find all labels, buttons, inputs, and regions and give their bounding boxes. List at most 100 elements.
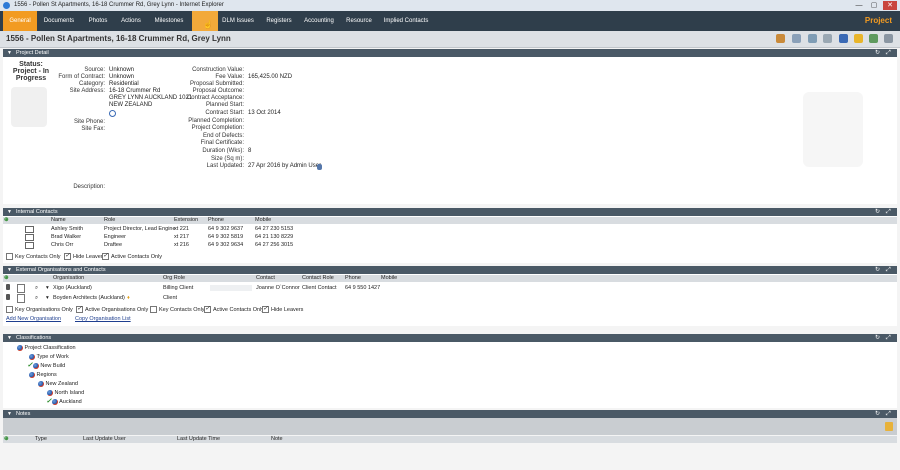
col-phone[interactable]: Phone	[208, 217, 224, 224]
tree-node[interactable]: North Island	[47, 389, 84, 397]
org-search-icon[interactable]: ⌕	[35, 284, 38, 292]
chevron-down-icon[interactable]: ▾	[46, 284, 49, 292]
active-organisations-only-checkbox[interactable]: Active Organisations Only	[76, 305, 148, 314]
tree-node[interactable]: ✓ New Build	[27, 362, 65, 370]
tab-implied-contacts[interactable]: Implied Contacts	[380, 11, 432, 31]
table-row[interactable]: Brad Walker Engineer xt 217 64 9 302 581…	[3, 233, 897, 241]
hide-leavers-checkbox[interactable]: Hide Leavers	[262, 305, 303, 314]
add-note-icon[interactable]	[885, 422, 893, 431]
org-record-icon[interactable]	[6, 284, 10, 293]
close-button[interactable]: ✕	[883, 1, 897, 10]
tab-hovered[interactable]: ☝	[192, 11, 218, 31]
org-record-icon[interactable]	[6, 294, 10, 303]
star-icon[interactable]	[854, 34, 863, 43]
attach-icon[interactable]	[823, 34, 832, 43]
table-row[interactable]: ⌕ ▾ Xigo (Auckland) Billing Client Joann…	[3, 284, 897, 293]
add-org-icon[interactable]: ⊕	[4, 275, 9, 282]
tab-actions[interactable]: Actions	[115, 11, 147, 31]
org-document-icon[interactable]	[17, 284, 25, 293]
key-contacts-only-checkbox[interactable]: Key Contacts Only	[150, 306, 205, 314]
col-last-update-user[interactable]: Last Update User	[83, 436, 126, 443]
tab-accounting[interactable]: Accounting	[300, 11, 338, 31]
col-organisation[interactable]: Organisation	[53, 275, 84, 282]
refresh-icon[interactable]: ↻	[875, 334, 880, 342]
col-mobile[interactable]: Mobile	[381, 275, 397, 282]
popout-icon[interactable]: ⤢	[886, 266, 891, 274]
add-new-organisation-link[interactable]: Add New Organisation	[6, 316, 61, 322]
tab-documents[interactable]: Documents	[38, 11, 80, 31]
tree-node[interactable]: Project Classification	[17, 344, 76, 352]
collapse-icon[interactable]: ▼	[7, 334, 12, 342]
project-detail-header[interactable]: ▼ Project Detail ↻ ⤢	[3, 49, 897, 57]
photo-icon[interactable]	[808, 34, 817, 43]
table-row[interactable]: Chris Orr Draftee xt 216 64 9 302 9634 6…	[3, 241, 897, 249]
copy-organisation-list-link[interactable]: Copy Organisation List	[75, 316, 131, 322]
popout-icon[interactable]: ⤢	[886, 208, 891, 216]
col-extension[interactable]: Extension	[174, 217, 198, 224]
refresh-icon[interactable]: ↻	[875, 266, 880, 274]
internal-contacts-header[interactable]: ▼ Internal Contacts ↻ ⤢	[3, 208, 897, 216]
hide-leavers-checkbox[interactable]: Hide Leavers	[64, 252, 105, 261]
org-document-icon[interactable]	[17, 294, 25, 303]
popout-icon[interactable]: ⤢	[886, 410, 891, 418]
col-phone[interactable]: Phone	[345, 275, 361, 282]
tab-photos[interactable]: Photos	[82, 11, 114, 31]
col-note[interactable]: Note	[271, 436, 283, 443]
tab-general[interactable]: General	[3, 11, 37, 31]
org-name[interactable]: Xigo (Auckland)	[53, 284, 92, 292]
col-org-role[interactable]: Org Role	[163, 275, 185, 282]
col-type[interactable]: Type	[35, 436, 47, 443]
col-mobile[interactable]: Mobile	[255, 217, 271, 224]
report-icon[interactable]	[839, 34, 848, 43]
close-project-icon[interactable]	[884, 34, 893, 43]
tree-node[interactable]: Type of Work	[29, 353, 69, 361]
tree-node[interactable]: Regions	[29, 371, 57, 379]
watermark-image	[803, 92, 863, 167]
active-contacts-only-checkbox[interactable]: Active Contacts Only	[204, 305, 264, 314]
key-contacts-only-checkbox[interactable]: Key Contacts Only	[6, 253, 61, 261]
add-note-row-icon[interactable]: ⊕	[4, 436, 9, 443]
collapse-icon[interactable]: ▼	[7, 410, 12, 418]
tab-registers[interactable]: Registers	[262, 11, 296, 31]
contact-action-icons[interactable]	[210, 285, 252, 291]
maximize-button[interactable]: ▢	[867, 1, 881, 10]
active-contacts-only-checkbox[interactable]: Active Contacts Only	[102, 252, 162, 261]
org-name[interactable]: Boyden Architects (Auckland)	[53, 294, 125, 302]
popout-icon[interactable]: ⤢	[886, 334, 891, 342]
edit-icon[interactable]	[776, 34, 785, 43]
minimize-button[interactable]: —	[852, 1, 866, 10]
tree-node[interactable]: New Zealand	[38, 380, 78, 388]
add-contact-icon[interactable]: ⊕	[4, 217, 9, 224]
refresh-icon[interactable]: ↻	[875, 208, 880, 216]
key-organisations-only-checkbox[interactable]: Key Organisations Only	[6, 306, 73, 314]
collapse-icon[interactable]: ▼	[7, 208, 12, 216]
classifications-header[interactable]: ▼ Classifications ↻ ⤢	[3, 334, 897, 342]
notes-header[interactable]: ▼ Notes ↻ ⤢	[3, 410, 897, 418]
org-search-icon[interactable]: ⌕	[35, 294, 38, 302]
col-contact-role[interactable]: Contact Role	[302, 275, 334, 282]
refresh-icon[interactable]: ↻	[875, 49, 880, 57]
document-icon[interactable]	[792, 34, 801, 43]
tab-resource[interactable]: Resource	[342, 11, 376, 31]
tab-milestones[interactable]: Milestones	[148, 11, 190, 31]
col-contact[interactable]: Contact	[256, 275, 275, 282]
globe-icon	[17, 344, 23, 351]
table-row[interactable]: ⌕ ▾ Boyden Architects (Auckland) ♦ Clien…	[3, 294, 897, 303]
popout-icon[interactable]: ⤢	[886, 49, 891, 57]
collapse-icon[interactable]: ▼	[7, 266, 12, 274]
last-updated-value: 27 Apr 2016 by Admin User	[248, 163, 322, 169]
col-role[interactable]: Role	[104, 217, 115, 224]
map-pin-icon[interactable]	[109, 110, 116, 117]
col-name[interactable]: Name	[51, 217, 66, 224]
col-last-update-time[interactable]: Last Update Time	[177, 436, 220, 443]
collapse-icon[interactable]: ▼	[7, 49, 12, 57]
refresh-icon[interactable]: ↻	[875, 410, 880, 418]
refresh-icon[interactable]	[869, 34, 878, 43]
contract-acceptance-label: Contract Acceptance:	[186, 95, 244, 101]
email-icon[interactable]	[25, 242, 34, 252]
external-orgs-header[interactable]: ▼ External Organisations and Contacts ↻ …	[3, 266, 897, 274]
tree-node[interactable]: ✓ Auckland	[46, 398, 82, 406]
tab-dlm-issues[interactable]: DLM Issues	[221, 11, 255, 31]
chevron-down-icon[interactable]: ▾	[46, 294, 49, 302]
table-row[interactable]: Ashley Smith Project Director, Lead Engi…	[3, 225, 897, 233]
